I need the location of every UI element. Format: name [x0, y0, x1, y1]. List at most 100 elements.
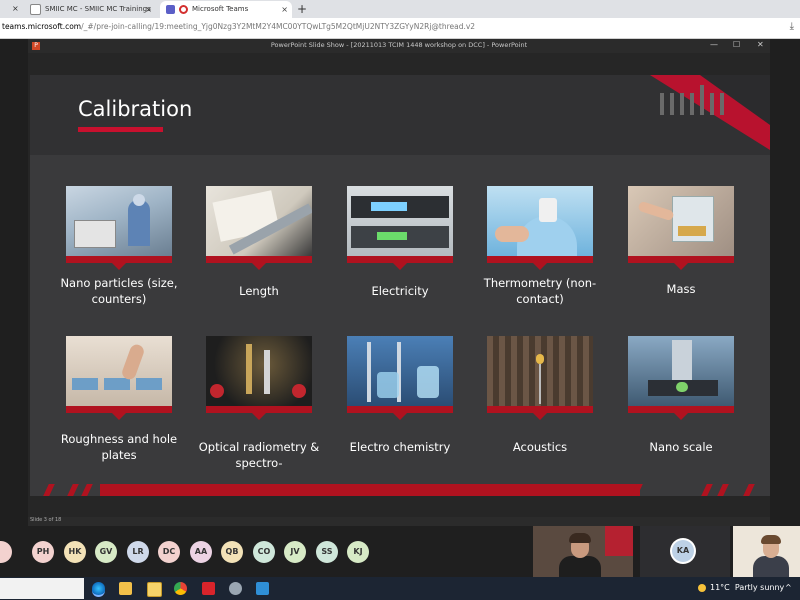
anechoic-chamber-image — [487, 336, 593, 406]
slide-counter: Slide 3 of 18 — [30, 517, 62, 523]
edge-browser-icon[interactable] — [92, 582, 105, 597]
slide-bottom-stripe — [100, 484, 640, 496]
balance-scale-image — [628, 186, 734, 256]
weather-widget[interactable]: 11°C Partly sunny — [698, 583, 784, 592]
powerpoint-title-bar: P PowerPoint Slide Show - [20211013 TCIM… — [28, 39, 770, 53]
app-icon[interactable] — [229, 582, 242, 595]
mail-icon[interactable] — [147, 582, 162, 597]
tile-electrochemistry: Electro chemistry — [347, 336, 453, 455]
download-icon[interactable]: ⤓ — [790, 21, 794, 32]
tab-label: SMIIC MC - SMIIC MC Trainings — [45, 5, 151, 13]
measuring-ruler-image — [206, 186, 312, 256]
participant-avatar[interactable]: LR — [127, 541, 149, 563]
participant-strip: PH HK GV LR DC AA QB CO JV SS KJ KA — [0, 526, 800, 577]
tile-accent-bar — [66, 406, 172, 420]
slide-stripe-accent — [81, 484, 93, 496]
participant-avatar[interactable]: KJ — [347, 541, 369, 563]
previous-tab-close-icon[interactable]: × — [12, 0, 19, 18]
tile-accent-bar — [628, 406, 734, 420]
acrobat-icon[interactable] — [202, 582, 215, 595]
photos-icon[interactable] — [256, 582, 269, 595]
partly-sunny-icon — [698, 583, 706, 592]
slide-stripe-accent — [717, 484, 729, 496]
teams-icon — [166, 4, 175, 14]
new-tab-button[interactable]: + — [297, 0, 307, 18]
tile-label: Electricity — [371, 284, 429, 298]
tile-roughness: Roughness and hole plates — [61, 336, 177, 463]
title-underline — [78, 127, 163, 132]
slide: Calibration Nano particles (size, counte… — [30, 75, 770, 496]
slide-stripe-accent — [701, 484, 713, 496]
tile-label: Mass — [666, 282, 696, 296]
tile-acoustics: Acoustics — [487, 336, 593, 455]
tile-accent-bar — [487, 406, 593, 420]
tile-accent-bar — [66, 256, 172, 270]
tile-label: Electro chemistry — [349, 440, 451, 454]
recording-icon — [179, 4, 188, 14]
maximize-button[interactable]: ☐ — [733, 40, 740, 49]
slide-stripe-accent — [743, 484, 755, 496]
participant-video-ka[interactable]: KA — [640, 526, 730, 577]
tile-accent-bar — [347, 406, 453, 420]
logo-bars-icon — [660, 85, 730, 115]
participant-avatar[interactable]: AA — [190, 541, 212, 563]
participant-avatar[interactable]: CO — [253, 541, 275, 563]
tile-mass: Mass — [628, 186, 734, 297]
weather-temperature: 11°C — [710, 583, 730, 592]
tab-close-icon[interactable]: × — [281, 1, 288, 18]
microscope-image — [628, 336, 734, 406]
slide-title: Calibration — [78, 97, 193, 121]
tab-label: Microsoft Teams — [192, 5, 249, 13]
url-text[interactable]: teams.microsoft.com/_#/pre-join-calling/… — [2, 22, 475, 31]
chrome-icon[interactable] — [174, 582, 187, 595]
close-button[interactable]: ✕ — [757, 40, 764, 49]
tile-length: Length — [206, 186, 312, 299]
roughness-gauge-image — [66, 336, 172, 406]
participant-avatar[interactable]: HK — [64, 541, 86, 563]
electrical-meter-image — [347, 186, 453, 256]
minimize-button[interactable]: — — [710, 40, 718, 49]
windows-taskbar: 11°C Partly sunny ^ — [0, 577, 800, 600]
lab-equipment-image — [66, 186, 172, 256]
tile-accent-bar — [487, 256, 593, 270]
address-bar[interactable]: teams.microsoft.com/_#/pre-join-calling/… — [0, 18, 800, 39]
taskbar-search-box[interactable] — [0, 578, 84, 599]
window-title: PowerPoint Slide Show - [20211013 TCIM 1… — [270, 41, 528, 49]
participant-video[interactable] — [733, 526, 800, 577]
tile-accent-bar — [628, 256, 734, 270]
tile-nano-scale: Nano scale — [628, 336, 734, 455]
slide-stripe-accent — [67, 484, 79, 496]
tile-electricity: Electricity — [347, 186, 453, 299]
optical-bench-image — [206, 336, 312, 406]
slide-stripe-accent — [43, 484, 55, 496]
tile-accent-bar — [206, 256, 312, 270]
participant-video[interactable] — [533, 526, 633, 577]
tile-label: Nano scale — [649, 440, 713, 454]
participant-avatar-partial[interactable] — [0, 541, 12, 563]
file-explorer-icon[interactable] — [119, 582, 132, 595]
tab-teams[interactable]: Microsoft Teams × — [160, 1, 292, 18]
weather-description: Partly sunny — [734, 583, 785, 592]
tab-smiic[interactable]: SMIIC MC - SMIIC MC Trainings × — [24, 1, 156, 18]
tile-nano-particles: Nano particles (size, counters) — [60, 186, 178, 307]
tile-label: Thermometry (non-contact) — [483, 276, 597, 306]
tile-label: Nano particles (size, counters) — [60, 276, 178, 306]
tile-label: Optical radiometry & spectro- — [198, 440, 320, 470]
participant-avatar[interactable]: PH — [32, 541, 54, 563]
participant-avatar[interactable]: QB — [221, 541, 243, 563]
tab-close-icon[interactable]: × — [145, 1, 152, 18]
tile-label: Roughness and hole plates — [60, 432, 178, 462]
participant-avatar[interactable]: SS — [316, 541, 338, 563]
participant-avatar[interactable]: JV — [284, 541, 306, 563]
powerpoint-status-bar: Slide 3 of 18 — [28, 517, 770, 526]
tile-label: Length — [239, 284, 279, 298]
tray-chevron-icon[interactable]: ^ — [785, 583, 792, 592]
participant-avatar[interactable]: DC — [158, 541, 180, 563]
chemistry-apparatus-image — [347, 336, 453, 406]
tile-accent-bar — [206, 406, 312, 420]
thermometer-image — [487, 186, 593, 256]
participant-avatar[interactable]: GV — [95, 541, 117, 563]
tile-optical: Optical radiometry & spectro- — [199, 336, 319, 471]
page-icon — [30, 3, 41, 15]
tile-accent-bar — [347, 256, 453, 270]
